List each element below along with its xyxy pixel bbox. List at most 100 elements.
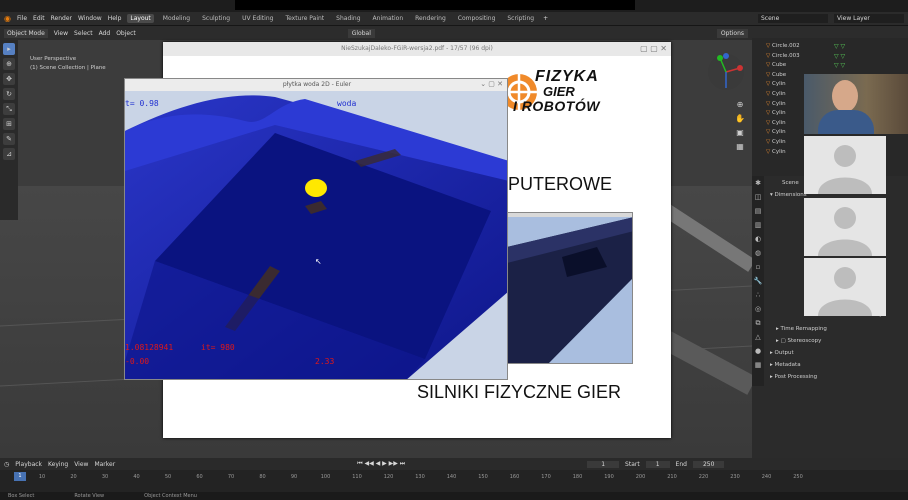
outliner-item[interactable]: ▽ Cube	[766, 71, 800, 81]
mouse-cursor-icon: ↖	[315, 257, 322, 266]
outliner-item[interactable]: ▽ Cylin	[766, 138, 800, 148]
simulation-window[interactable]: płytka woda 2D - Euler ⌄ ▢ ✕ t= 0.98 wod…	[124, 78, 508, 380]
pdf-window-controls[interactable]: ▢ ▢ ✕	[640, 44, 667, 53]
status-bar: Box Select Rotate View Object Context Me…	[0, 492, 908, 500]
measure-tool-icon[interactable]: ⊿	[3, 148, 15, 160]
grid-icon[interactable]: ▦	[734, 140, 746, 154]
annotate-tool-icon[interactable]: ✎	[3, 133, 15, 145]
select-tool-icon[interactable]: ▸	[3, 43, 15, 55]
webcam-video	[804, 74, 908, 134]
zoom-icon[interactable]: ⊕	[734, 98, 746, 112]
tool-tab-icon[interactable]: ✱	[752, 176, 764, 190]
menu-keying[interactable]: Keying	[48, 461, 68, 468]
outliner-item[interactable]: ▽ Cube	[766, 61, 800, 71]
outliner-item[interactable]: ▽ Cylin	[766, 80, 800, 90]
tab-modeling[interactable]: Modeling	[160, 14, 193, 23]
time-remapping-section[interactable]: ▸ Time Remapping	[776, 326, 827, 332]
camera-icon[interactable]: ▣	[734, 126, 746, 140]
blender-logo-icon[interactable]: ◉	[4, 14, 11, 23]
slide-heading-partial: PUTEROWE	[508, 174, 613, 194]
view-layer-tab-icon[interactable]: ▥	[752, 218, 764, 232]
options-dropdown[interactable]: Options	[716, 28, 748, 38]
tab-scripting[interactable]: Scripting	[504, 14, 537, 23]
menu-render[interactable]: Render	[51, 15, 72, 22]
data-tab-icon[interactable]: △	[752, 330, 764, 344]
render-tab-icon[interactable]: ◫	[752, 190, 764, 204]
scale-tool-icon[interactable]: ⤡	[3, 103, 15, 115]
viewport-header: Object Mode View Select Add Object Globa…	[0, 26, 752, 40]
menu-playback[interactable]: Playback	[15, 461, 42, 468]
sim-value-right: 2.33	[315, 357, 335, 366]
constraints-tab-icon[interactable]: ⧉	[752, 316, 764, 330]
modifier-tab-icon[interactable]: 🔧	[752, 274, 764, 288]
outliner-item[interactable]: ▽ Cylin	[766, 109, 800, 119]
toolbar: ▸ ⊕ ✥ ↻ ⤡ ⊞ ✎ ⊿	[0, 40, 18, 220]
outliner-item[interactable]: ▽ Circle.002	[766, 42, 800, 52]
floating-ball	[305, 179, 327, 197]
properties-scene-label: Scene	[782, 180, 799, 186]
simulation-window-controls[interactable]: ⌄ ▢ ✕	[480, 80, 503, 88]
menu-edit[interactable]: Edit	[33, 15, 45, 22]
object-mode-dropdown[interactable]: Object Mode	[4, 28, 48, 38]
playback-controls[interactable]: ⏮ ◀◀ ◀ ▶ ▶▶ ⏭	[357, 460, 405, 468]
transform-orientation-dropdown[interactable]: Global	[347, 28, 375, 38]
outliner-item[interactable]: ▽ Cylin	[766, 100, 800, 110]
move-tool-icon[interactable]: ✥	[3, 73, 15, 85]
menu-marker[interactable]: Marker	[94, 461, 115, 468]
outliner-item[interactable]: ▽ Cylin	[766, 128, 800, 138]
post-processing-section[interactable]: ▸ Post Processing	[770, 374, 817, 380]
start-frame-field[interactable]: 1	[645, 460, 670, 468]
tab-compositing[interactable]: Compositing	[455, 14, 499, 23]
menu-help[interactable]: Help	[108, 15, 122, 22]
scene-tab-icon[interactable]: ◐	[752, 232, 764, 246]
navigation-gizmo[interactable]	[704, 50, 748, 94]
outliner-item[interactable]: ▽ Cylin	[766, 148, 800, 158]
cursor-tool-icon[interactable]: ⊕	[3, 58, 15, 70]
physics-tab-icon[interactable]: ◎	[752, 302, 764, 316]
texture-tab-icon[interactable]: ▦	[752, 358, 764, 372]
outliner-item[interactable]: ▽ Cylin	[766, 90, 800, 100]
tab-rendering[interactable]: Rendering	[412, 14, 449, 23]
properties-tab-strip: ✱ ◫ ▤ ▥ ◐ ◍ ▫ 🔧 ∴ ◎ ⧉ △ ● ▦	[752, 176, 764, 386]
tab-animation[interactable]: Animation	[370, 14, 407, 23]
dimensions-section[interactable]: ▾ Dimensions	[770, 192, 807, 198]
tab-layout[interactable]: Layout	[127, 14, 154, 23]
tab-shading[interactable]: Shading	[333, 14, 363, 23]
tab-add-icon[interactable]: +	[543, 15, 548, 22]
sim-time-label: t= 0.98	[125, 99, 159, 108]
rotate-tool-icon[interactable]: ↻	[3, 88, 15, 100]
simulation-window-title: płytka woda 2D - Euler	[125, 79, 507, 91]
timeline-ruler: 10 20 30 40 50 60 70 80 90 100 110 120 130 140 150 160 1…	[38, 474, 803, 480]
object-tab-icon[interactable]: ▫	[752, 260, 764, 274]
scene-selector[interactable]: Scene	[758, 14, 828, 23]
world-tab-icon[interactable]: ◍	[752, 246, 764, 260]
metadata-section[interactable]: ▸ Metadata	[770, 362, 801, 368]
menu-view-timeline[interactable]: View	[74, 461, 88, 468]
menu-file[interactable]: File	[17, 15, 27, 22]
view-layer-selector[interactable]: View Layer	[834, 14, 904, 23]
outliner-item[interactable]: ▽ Circle.003	[766, 52, 800, 62]
current-frame-field[interactable]: 1	[587, 460, 620, 468]
tab-uv-editing[interactable]: UV Editing	[239, 14, 276, 23]
tab-texture-paint[interactable]: Texture Paint	[282, 14, 327, 23]
particles-tab-icon[interactable]: ∴	[752, 288, 764, 302]
menu-select[interactable]: Select	[74, 30, 93, 37]
transform-tool-icon[interactable]: ⊞	[3, 118, 15, 130]
output-tab-icon[interactable]: ▤	[752, 204, 764, 218]
sim-value-low: -0.00	[125, 357, 150, 366]
pan-hand-icon[interactable]: ✋	[734, 112, 746, 126]
menu-add[interactable]: Add	[99, 30, 111, 37]
playhead[interactable]: 1	[14, 472, 26, 481]
presenter-shirt	[818, 110, 874, 134]
timeline-editor-type-icon[interactable]: ◷	[4, 461, 9, 468]
tab-sculpting[interactable]: Sculpting	[199, 14, 233, 23]
output-section[interactable]: ▸ Output	[770, 350, 794, 356]
outliner-item[interactable]: ▽ Cylin	[766, 119, 800, 129]
material-tab-icon[interactable]: ●	[752, 344, 764, 358]
menu-view[interactable]: View	[54, 30, 68, 37]
menu-object[interactable]: Object	[116, 30, 136, 37]
end-frame-field[interactable]: 250	[692, 460, 725, 468]
stereoscopy-section[interactable]: ▸ ▢ Stereoscopy	[776, 338, 821, 344]
timeline-editor[interactable]: ◷ Playback Keying View Marker ⏮ ◀◀ ◀ ▶ ▶…	[0, 458, 908, 500]
menu-window[interactable]: Window	[78, 15, 102, 22]
